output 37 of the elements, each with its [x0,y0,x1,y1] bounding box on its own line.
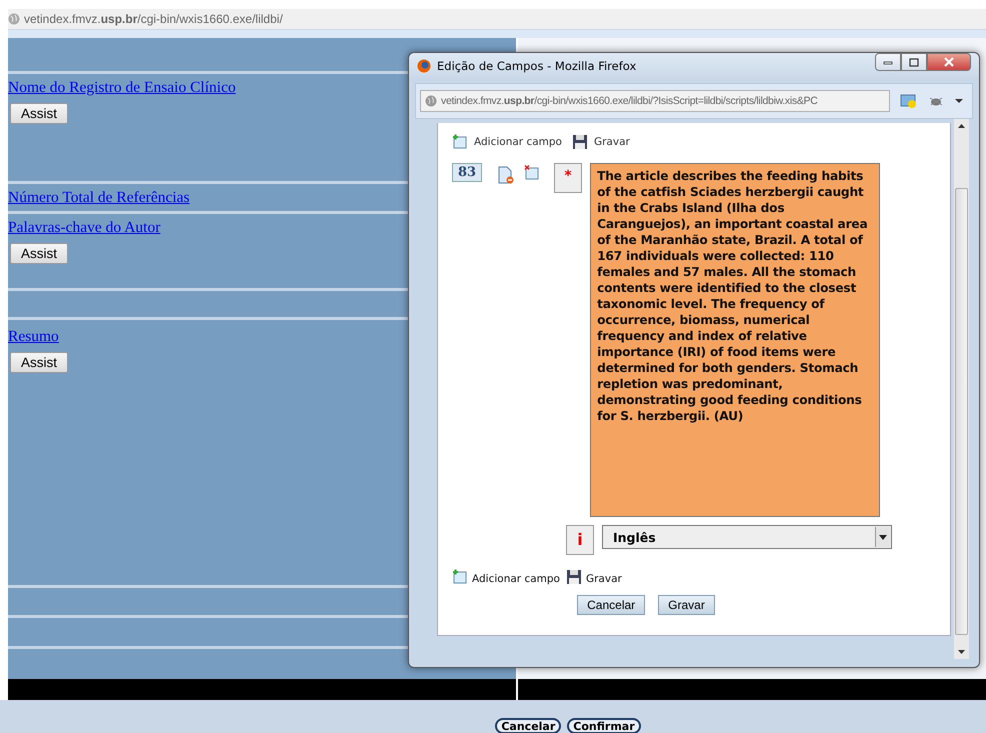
caret-icon[interactable] [954,98,964,104]
footer-button[interactable]: Cancelar [495,718,562,733]
browser-logo-icon [417,59,431,73]
field-tag: 83 [452,163,482,182]
remove-field-icon[interactable] [524,165,540,181]
required-button[interactable]: * [554,163,582,193]
footer-button[interactable]: Confirmar [567,718,641,733]
address-field[interactable]: vetindex.fmvz.usp.br/cgi-bin/wxis1660.exe/lildbi/?IsisScript=lildbi/scripts/lildbiw.xis&PC [420,90,890,112]
close-button[interactable] [927,53,971,71]
page-url: vetindex.fmvz.usp.br/cgi-bin/wxis1660.exe/lildbi/ [24,12,283,26]
minimize-button[interactable] [875,53,901,71]
assist-button[interactable]: Assist [10,103,68,124]
toolbar-link[interactable]: Gravar [586,573,622,585]
assist-button[interactable]: Assist [10,352,68,373]
add-field-icon[interactable] [452,134,468,150]
scroll-up-icon[interactable] [958,124,965,128]
toolbar-link[interactable]: Gravar [594,136,630,148]
abstract-text-area[interactable]: The article describes the feeding habits of the catfish Sciades herzbergii caught in the Crabs Island (Ilha dos Caranguejos), an important coastal area of the Maranhão state, Brazil. A total of 167 individuals were collected: 110 females and 57 males. All the stomach contents were identified to the closest taxonomic level. The frequency of occurrence, biomass, numerical frequency and index of relative importance (IRI) of food items were determined for both genders. Stomach repletion was predominant, demonstrating good feeding conditions for S. herzbergii. (AU) [590,163,880,517]
toolbar-link[interactable]: Adicionar campo [474,136,562,148]
maximize-icon [909,58,919,66]
globe-icon [425,95,437,107]
maximize-button[interactable] [901,53,927,71]
assist-button[interactable]: Assist [10,243,68,264]
toolbar-link[interactable]: Adicionar campo [472,573,560,585]
language-select[interactable]: Inglês [602,525,892,549]
minimize-icon [883,59,893,65]
add-field-icon[interactable] [452,569,468,585]
dialog-button[interactable]: Cancelar [577,595,646,615]
dialog-button[interactable]: Gravar [658,595,715,615]
delete-field-icon[interactable] [498,166,514,184]
scrollbar[interactable] [954,119,969,659]
scroll-down-icon[interactable] [958,650,965,654]
window-title: Edição de Campos - Mozilla Firefox [437,59,638,73]
addon-icon [900,93,918,109]
info-button[interactable]: i [566,525,594,555]
dropdown-arrow-icon [879,534,887,540]
close-icon [944,57,954,67]
